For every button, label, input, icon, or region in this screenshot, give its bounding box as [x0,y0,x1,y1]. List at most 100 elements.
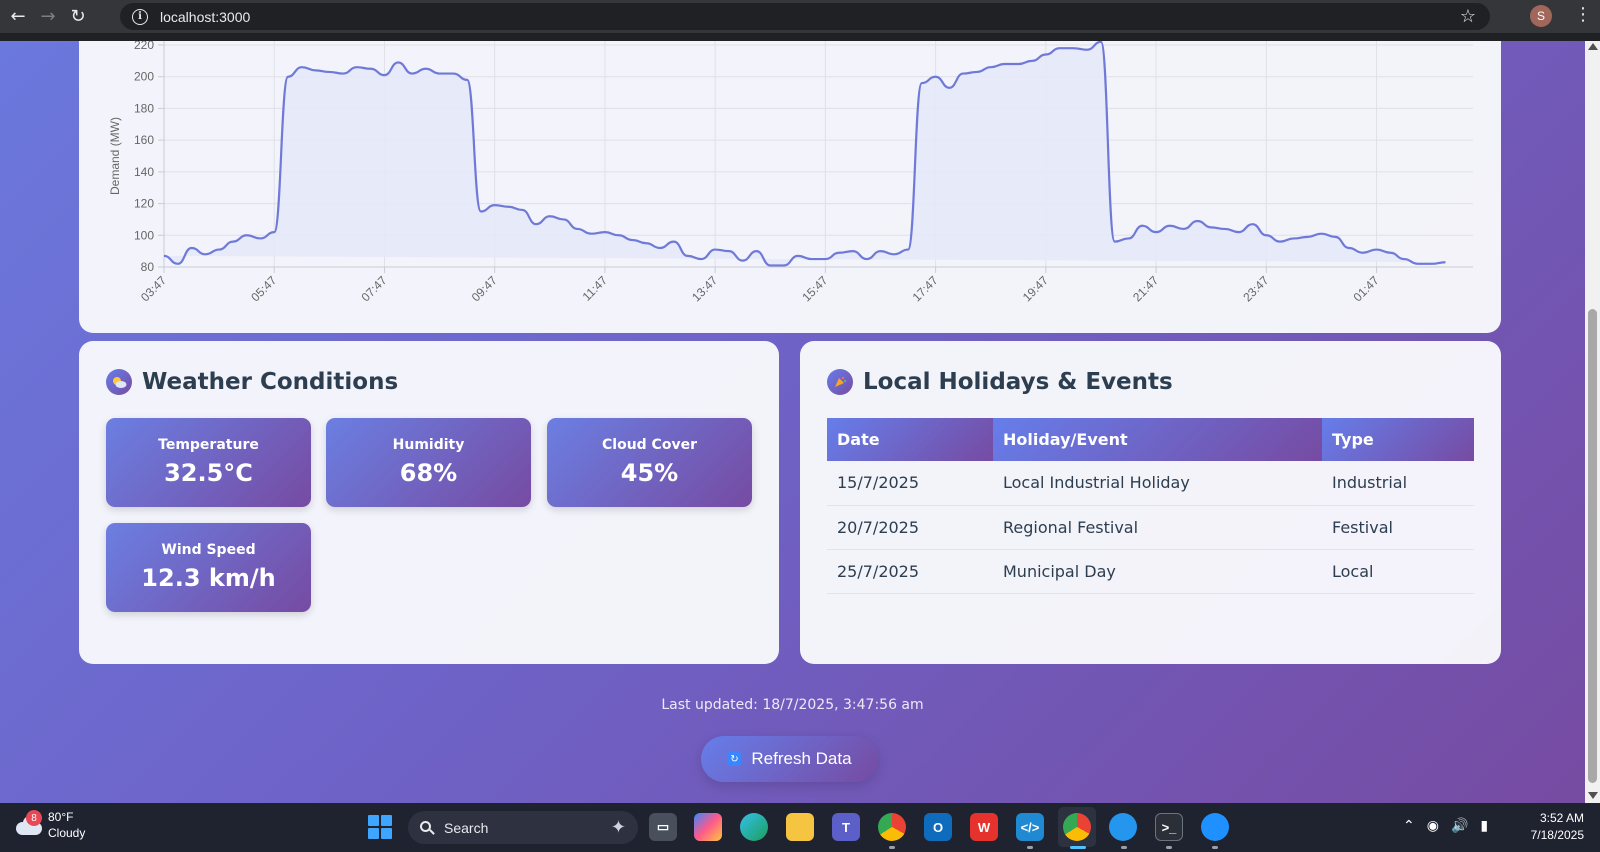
refresh-data-button[interactable]: ↻ Refresh Data [701,736,878,782]
y-axis-label: Demand (MW) [108,117,122,195]
chrome-icon[interactable] [878,813,906,841]
scroll-down-arrow-icon[interactable] [1588,792,1598,799]
y-tick-label: 100 [134,228,154,242]
last-updated-text: Last updated: 18/7/2025, 3:47:56 am [661,697,924,713]
windows-start-icon[interactable] [368,815,392,839]
x-tick-label: 21:47 [1130,273,1161,304]
weather-badge: 8 [26,810,42,826]
cloud-cover-value: 45% [620,459,679,487]
temperature-label: Temperature [158,437,259,453]
weather-card: Weather Conditions Temperature 32.5°C Hu… [79,341,779,664]
terminal-icon[interactable]: >_ [1155,813,1183,841]
back-arrow-icon[interactable]: ← [3,0,33,33]
bookmark-star-icon[interactable]: ☆ [1460,6,1476,27]
y-tick-label: 120 [134,197,154,211]
clock-date: 7/18/2025 [1530,828,1584,842]
file-explorer-icon[interactable]: ▭ [649,813,677,841]
forward-arrow-icon[interactable]: → [33,0,63,33]
wps-icon[interactable]: W [970,813,998,841]
weather-desc: Cloudy [48,826,86,840]
chrome-active-icon[interactable] [1063,813,1091,841]
temperature-card: Temperature 32.5°C [106,418,311,507]
table-header-row: Date Holiday/Event Type [827,418,1474,461]
chevron-up-icon[interactable]: ⌃ [1403,818,1415,834]
table-row: 15/7/2025 Local Industrial Holiday Indus… [827,461,1474,506]
browser-toolbar: ← → ↻ i localhost:3000 ☆ S ⋮ [0,0,1600,33]
holidays-card: Local Holidays & Events Date Holiday/Eve… [800,341,1501,664]
holiday-type: Festival [1322,505,1474,550]
folder-icon[interactable] [786,813,814,841]
humidity-value: 68% [399,459,458,487]
weather-widget[interactable]: 8 80°F Cloudy [14,809,85,841]
refresh-icon: ↻ [727,752,742,766]
reload-icon[interactable]: ↻ [63,0,93,33]
x-tick-label: 09:47 [469,273,500,304]
volume-icon[interactable]: 🔊 [1451,818,1468,834]
y-tick-label: 140 [134,165,154,179]
x-tick-label: 19:47 [1020,273,1051,304]
holiday-date: 20/7/2025 [827,505,993,550]
y-tick-label: 220 [134,41,154,52]
temperature-value: 32.5°C [164,459,253,487]
x-tick-label: 15:47 [799,273,830,304]
page-scrollbar[interactable] [1585,41,1600,803]
taskbar-search-box[interactable]: Search ✦ [408,811,638,844]
running-indicator [1027,846,1033,849]
site-info-icon[interactable]: i [132,8,148,25]
column-header-event: Holiday/Event [993,418,1322,461]
docker-icon[interactable] [1109,813,1137,841]
refresh-label: Refresh Data [751,749,852,768]
url-text[interactable]: localhost:3000 [160,9,250,25]
y-tick-label: 180 [134,101,154,115]
wind-speed-card: Wind Speed 12.3 km/h [106,523,311,612]
wind-speed-value: 12.3 km/h [141,564,276,592]
holiday-name: Municipal Day [993,549,1322,594]
active-indicator [1070,846,1086,849]
demand-chart-card: 80 100 120 140 160 180 200 220 03:47 05:47 07:47 09… [79,41,1501,333]
search-highlight-icon: ✦ [610,817,626,837]
weather-title: Weather Conditions [142,369,399,395]
holidays-table: Date Holiday/Event Type 15/7/2025 Local … [827,418,1474,594]
x-tick-label: 17:47 [910,273,941,304]
holiday-date: 15/7/2025 [827,461,993,506]
penguin-icon[interactable] [1201,813,1229,841]
browser-menu-icon[interactable]: ⋮ [1574,5,1592,25]
y-tick-label: 160 [134,133,154,147]
table-row: 25/7/2025 Municipal Day Local [827,549,1474,594]
search-icon [420,820,435,835]
scrollbar-thumb[interactable] [1588,309,1597,783]
x-tick-label: 07:47 [358,273,389,304]
humidity-card: Humidity 68% [326,418,531,507]
windows-taskbar: 8 80°F Cloudy Search ✦ ▭ T O W </> >_ ⌃ … [0,803,1600,852]
page-viewport: 80 100 120 140 160 180 200 220 03:47 05:47 07:47 09… [0,41,1585,803]
edge-icon[interactable] [740,813,768,841]
copilot-icon[interactable] [694,813,722,841]
x-tick-label: 23:47 [1240,273,1271,304]
running-indicator [1212,846,1218,849]
scroll-up-arrow-icon[interactable] [1588,43,1598,50]
demand-area [164,41,1446,266]
demand-chart: 80 100 120 140 160 180 200 220 03:47 05:47 07:47 09… [108,41,1473,304]
outlook-icon[interactable]: O [924,813,952,841]
system-tray: ⌃ ◉ 🔊 ▮ [1403,818,1500,834]
teams-icon[interactable]: T [832,813,860,841]
clock[interactable]: 3:52 AM 7/18/2025 [1531,810,1584,844]
party-icon [827,369,853,395]
holiday-type: Local [1322,549,1474,594]
running-indicator [1166,846,1172,849]
vscode-icon[interactable]: </> [1016,813,1044,841]
cloud-icon: 8 [14,810,44,836]
holidays-title: Local Holidays & Events [863,369,1173,395]
wifi-icon[interactable]: ◉ [1427,818,1439,834]
humidity-label: Humidity [392,437,465,453]
x-tick-label: 05:47 [248,273,279,304]
column-header-type: Type [1322,418,1474,461]
address-bar[interactable]: i localhost:3000 ☆ [120,3,1490,30]
x-tick-label: 03:47 [138,273,169,304]
table-row: 20/7/2025 Regional Festival Festival [827,505,1474,550]
running-indicator [1121,846,1127,849]
profile-avatar[interactable]: S [1530,5,1552,27]
weather-temp: 80°F [48,810,74,824]
x-tick-label: 01:47 [1351,273,1382,304]
battery-icon[interactable]: ▮ [1480,818,1488,834]
